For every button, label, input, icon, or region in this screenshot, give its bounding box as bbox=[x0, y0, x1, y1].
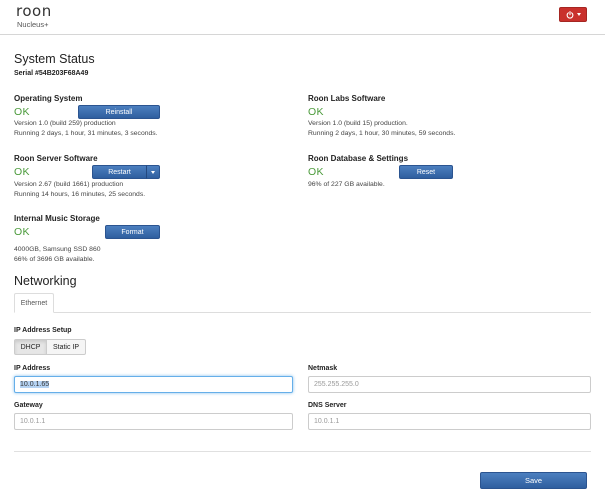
operating-system-title: Operating System bbox=[14, 94, 83, 103]
os-version-line: Version 1.0 (build 259) production bbox=[14, 120, 116, 127]
networking-title: Networking bbox=[14, 274, 77, 288]
ip-setup-label: IP Address Setup bbox=[14, 327, 72, 334]
roon-labs-software-info: Version 1.0 (build 15) production. Runni… bbox=[308, 119, 455, 139]
gateway-value: 10.0.1.1 bbox=[20, 418, 46, 425]
roon-database-title: Roon Database & Settings bbox=[308, 154, 409, 163]
roon-server-software-info: Version 2.67 (build 1661) production Run… bbox=[14, 180, 145, 200]
reset-button[interactable]: Reset bbox=[399, 165, 453, 179]
roon-labs-software-title: Roon Labs Software bbox=[308, 94, 386, 103]
tab-divider bbox=[14, 312, 591, 313]
system-status-title: System Status bbox=[14, 52, 95, 66]
top-bar: roon Nucleus+ bbox=[0, 0, 605, 35]
operating-system-info: Version 1.0 (build 259) production Runni… bbox=[14, 119, 158, 139]
form-divider bbox=[14, 451, 591, 452]
chevron-down-icon bbox=[151, 170, 155, 174]
ip-address-label: IP Address bbox=[14, 365, 51, 372]
roon-labs-software-status: OK bbox=[308, 106, 324, 118]
database-space-line: 96% of 227 GB available. bbox=[308, 181, 385, 188]
internal-storage-info: 4000GB, Samsung SSD 860 66% of 3696 GB a… bbox=[14, 245, 101, 265]
netmask-value: 255.255.255.0 bbox=[314, 381, 359, 388]
storage-drive-line: 4000GB, Samsung SSD 860 bbox=[14, 246, 101, 253]
storage-space-line: 66% of 3696 GB available. bbox=[14, 256, 95, 263]
power-icon bbox=[566, 10, 573, 19]
gateway-input[interactable]: 10.0.1.1 bbox=[14, 413, 293, 430]
roon-server-software-title: Roon Server Software bbox=[14, 154, 98, 163]
roon-database-info: 96% of 227 GB available. bbox=[308, 180, 385, 190]
ip-address-input[interactable]: 10.0.1.65 bbox=[14, 376, 293, 393]
roon-logo: roon bbox=[16, 2, 52, 20]
server-version-line: Version 2.67 (build 1661) production bbox=[14, 181, 124, 188]
reinstall-button[interactable]: Reinstall bbox=[78, 105, 160, 119]
dhcp-toggle[interactable]: DHCP bbox=[14, 339, 47, 355]
dns-server-input[interactable]: 10.0.1.1 bbox=[308, 413, 591, 430]
server-uptime-line: Running 14 hours, 16 minutes, 25 seconds… bbox=[14, 191, 146, 198]
netmask-input[interactable]: 255.255.255.0 bbox=[308, 376, 591, 393]
labs-version-line: Version 1.0 (build 15) production. bbox=[308, 120, 408, 127]
operating-system-status: OK bbox=[14, 106, 30, 118]
internal-storage-status: OK bbox=[14, 226, 30, 238]
power-menu-button[interactable] bbox=[559, 7, 587, 22]
dns-server-label: DNS Server bbox=[308, 402, 347, 409]
internal-storage-title: Internal Music Storage bbox=[14, 214, 100, 223]
static-ip-toggle[interactable]: Static IP bbox=[46, 339, 86, 355]
restart-button[interactable]: Restart bbox=[92, 165, 147, 179]
ip-address-value: 10.0.1.65 bbox=[20, 381, 50, 388]
roon-database-status: OK bbox=[308, 166, 324, 178]
roon-server-software-status: OK bbox=[14, 166, 30, 178]
device-name: Nucleus+ bbox=[17, 20, 49, 29]
os-uptime-line: Running 2 days, 1 hour, 31 minutes, 3 se… bbox=[14, 130, 158, 137]
netmask-label: Netmask bbox=[308, 365, 338, 372]
format-button[interactable]: Format bbox=[105, 225, 160, 239]
dns-server-value: 10.0.1.1 bbox=[314, 418, 340, 425]
gateway-label: Gateway bbox=[14, 402, 43, 409]
restart-options-dropdown[interactable] bbox=[146, 165, 160, 179]
serial-number: Serial #54B203F68A49 bbox=[14, 70, 89, 77]
chevron-down-icon bbox=[576, 13, 581, 16]
tab-ethernet[interactable]: Ethernet bbox=[14, 293, 54, 313]
save-button[interactable]: Save bbox=[480, 472, 587, 489]
labs-uptime-line: Running 2 days, 1 hour, 30 minutes, 59 s… bbox=[308, 130, 456, 137]
